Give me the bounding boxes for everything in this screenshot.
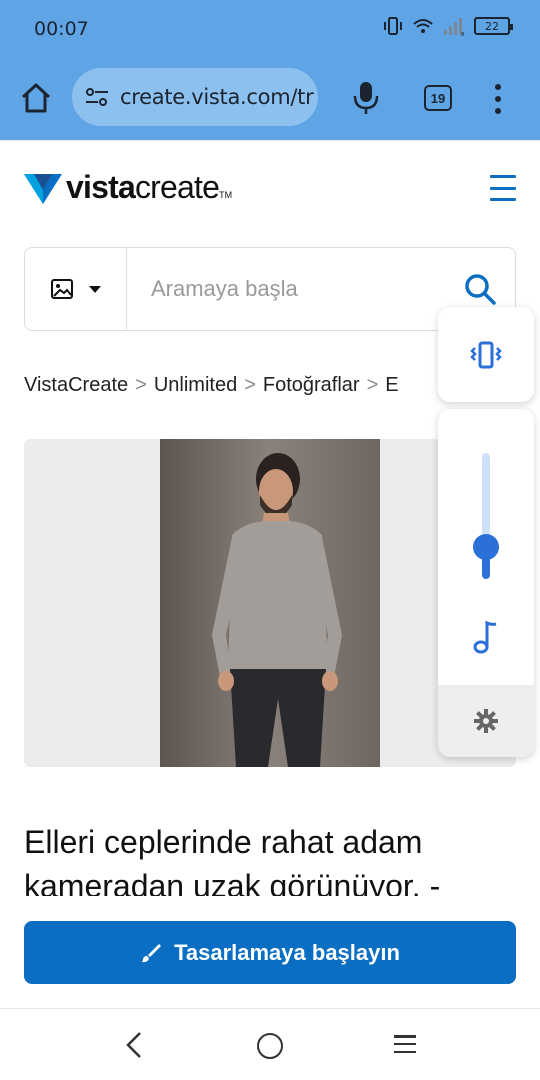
breadcrumb: VistaCreate > Unlimited > Fotoğraflar > … (24, 374, 399, 397)
breadcrumb-item[interactable]: Unlimited (154, 374, 237, 397)
status-icons: x 22 (382, 16, 513, 36)
chevron-down-icon (88, 286, 101, 293)
search-input[interactable] (127, 248, 445, 330)
logo-text-bold: vista (66, 169, 136, 205)
start-designing-label: Tasarlamaya başlayın (174, 939, 400, 965)
wifi-icon (413, 19, 433, 33)
vibrate-icon (470, 341, 502, 368)
chevron-right-icon: > (135, 374, 147, 396)
start-designing-button[interactable]: Tasarlamaya başlayın (24, 921, 516, 984)
url-text: create.vista.com/tr (120, 85, 314, 109)
browser-menu-button[interactable] (488, 82, 508, 116)
signal-icon: x (444, 18, 465, 36)
browser-toolbar: create.vista.com/tr 19 (0, 58, 540, 140)
brush-icon (142, 943, 162, 962)
back-icon[interactable] (124, 1031, 144, 1059)
vistacreate-logo[interactable]: vistacreate TM (24, 169, 232, 206)
volume-slider[interactable] (482, 453, 490, 579)
tab-count: 19 (430, 90, 446, 106)
hamburger-menu-icon[interactable] (490, 175, 516, 201)
recents-icon[interactable] (394, 1035, 416, 1053)
logo-text-light: create (134, 169, 220, 205)
home-nav-icon[interactable] (257, 1033, 283, 1059)
svg-text:x: x (461, 31, 465, 36)
tab-switcher-button[interactable]: 19 (424, 85, 452, 111)
music-note-icon (473, 620, 497, 654)
volume-panel (438, 409, 534, 757)
status-bar: 00:07 x 22 (0, 0, 540, 58)
home-icon[interactable] (18, 80, 54, 116)
chevron-right-icon: > (244, 374, 256, 396)
image-icon (50, 279, 73, 299)
site-header: vistacreate TM (0, 140, 540, 232)
chevron-right-icon: > (366, 374, 379, 396)
breadcrumb-item[interactable]: E (385, 374, 398, 397)
search-type-dropdown[interactable] (25, 248, 127, 330)
volume-settings-button[interactable] (438, 685, 534, 757)
logo-tm: TM (219, 190, 233, 200)
status-time: 00:07 (34, 18, 89, 40)
volume-slider-thumb[interactable] (473, 534, 499, 560)
breadcrumb-item[interactable]: VistaCreate (24, 374, 128, 397)
site-settings-icon[interactable] (84, 86, 110, 108)
microphone-icon[interactable] (352, 80, 380, 116)
search-icon (465, 274, 496, 305)
photo-subject (160, 439, 380, 767)
battery-level: 22 (485, 19, 499, 33)
gear-icon (474, 709, 498, 733)
url-bar[interactable]: create.vista.com/tr (72, 68, 318, 126)
breadcrumb-item[interactable]: Fotoğraflar (263, 374, 360, 397)
logo-mark-icon (24, 173, 62, 204)
system-nav-bar (0, 1008, 540, 1080)
vibrate-icon (384, 17, 402, 35)
ringer-mode-button[interactable] (438, 307, 534, 402)
battery-icon: 22 (474, 17, 513, 35)
page-title: Elleri ceplerinde rahat adam kameradan u… (24, 824, 441, 896)
